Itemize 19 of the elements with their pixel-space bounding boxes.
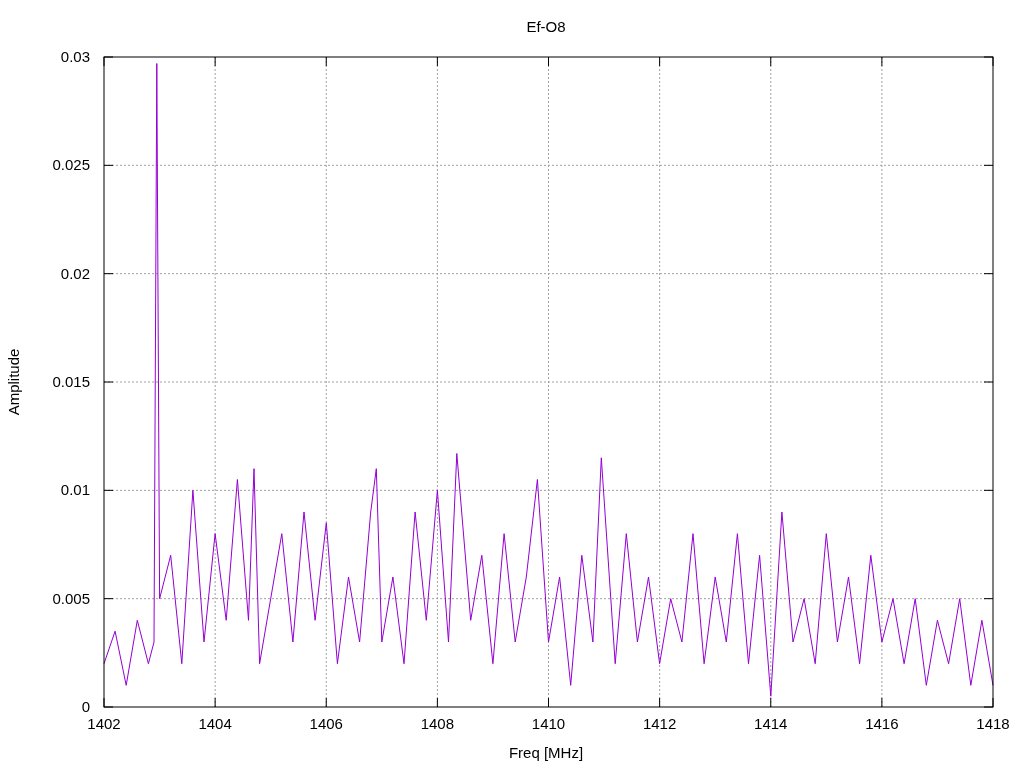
x-tick-label: 1412 <box>642 715 677 732</box>
y-tick-label: 0.015 <box>52 373 90 390</box>
x-tick-label: 1404 <box>198 715 232 732</box>
x-tick-label: 1414 <box>754 715 788 732</box>
x-axis-label: Freq [MHz] <box>508 744 584 761</box>
x-tick-label: 1418 <box>976 715 1010 732</box>
x-tick-label: 1402 <box>87 715 121 732</box>
y-tick-label: 0.03 <box>60 48 90 65</box>
x-tick-label: 1408 <box>420 715 455 732</box>
y-axis-label: Amplitude <box>5 348 22 416</box>
x-tick-label: 1406 <box>309 715 343 732</box>
y-tick-label: 0.01 <box>60 481 90 499</box>
y-tick-label: 0 <box>81 698 90 715</box>
chart-title: Ef-O8 <box>526 18 566 35</box>
y-tick-label: 0.02 <box>60 264 90 282</box>
y-tick-label: 0.025 <box>52 156 90 174</box>
y-tick-label: 0.005 <box>52 589 90 607</box>
x-tick-label: 1410 <box>531 715 566 732</box>
x-tick-label: 1416 <box>865 715 899 732</box>
